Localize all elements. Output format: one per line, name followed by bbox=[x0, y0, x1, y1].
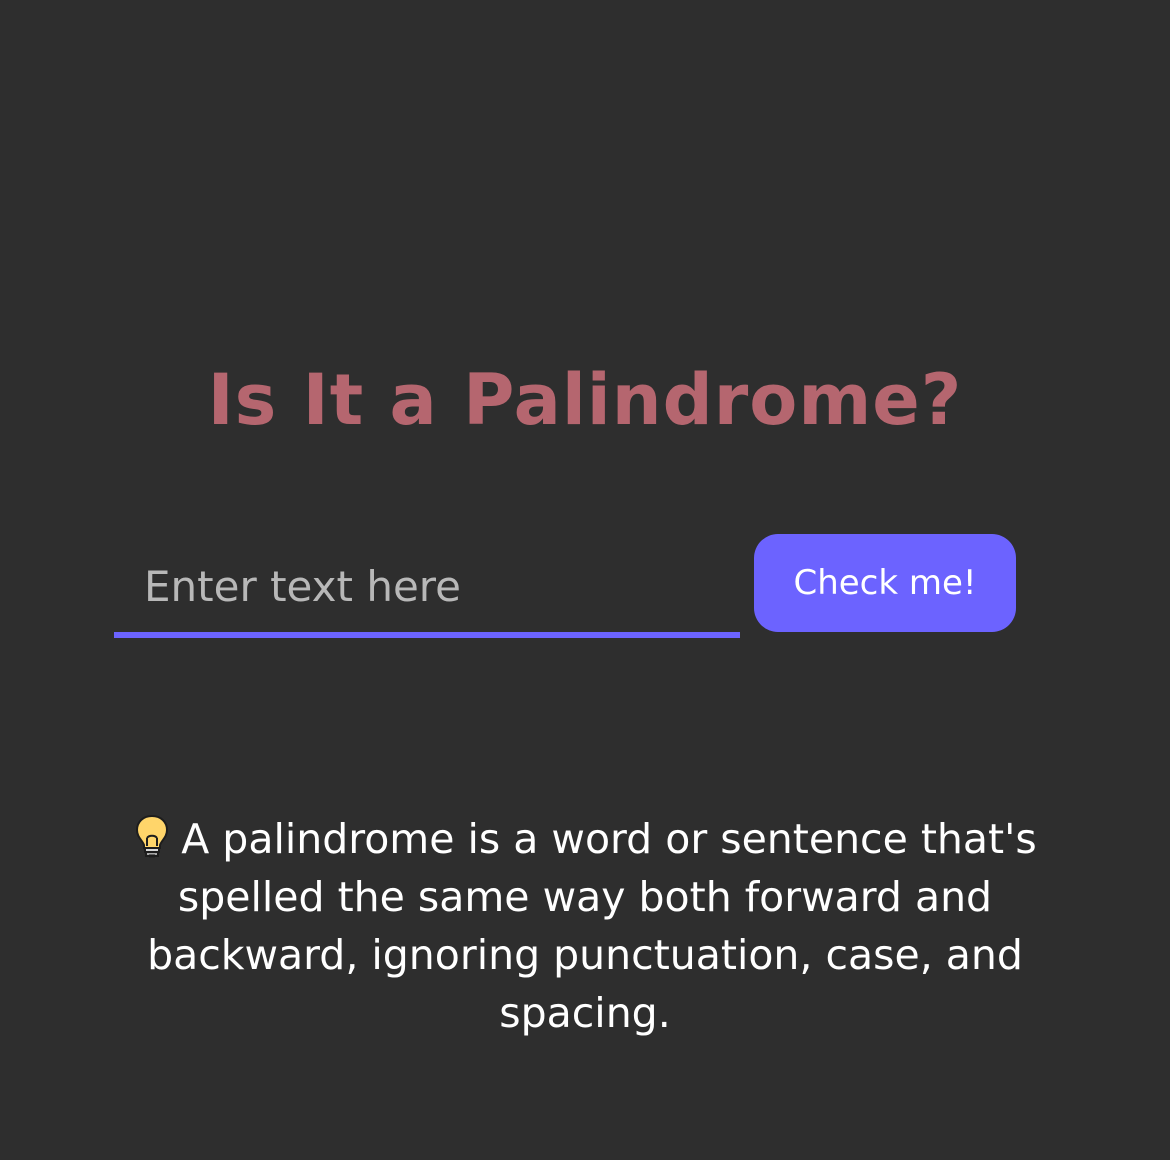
page-title: Is It a Palindrome? bbox=[207, 359, 963, 441]
info-text: A palindrome is a word or sentence that'… bbox=[147, 815, 1037, 1037]
palindrome-info: A palindrome is a word or sentence that'… bbox=[80, 810, 1090, 1042]
text-input[interactable] bbox=[114, 540, 740, 638]
lightbulb-icon bbox=[133, 814, 171, 860]
palindrome-app: Is It a Palindrome? Check me! A palindro… bbox=[0, 0, 1170, 1160]
check-button[interactable]: Check me! bbox=[754, 534, 1016, 632]
